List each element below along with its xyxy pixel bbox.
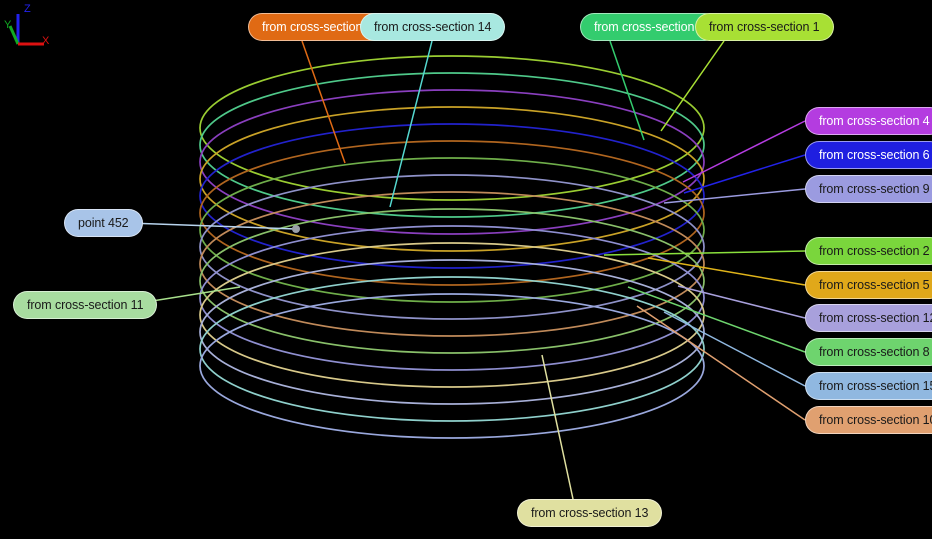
callout-label-cs6[interactable]: from cross-section 6	[805, 141, 932, 169]
callout-label-cs8[interactable]: from cross-section 8	[805, 338, 932, 366]
callout-label-cs2[interactable]: from cross-section 2	[805, 237, 932, 265]
callout-label-cs5[interactable]: from cross-section 5	[805, 271, 932, 299]
scene-background	[0, 0, 932, 539]
callout-label-cs12[interactable]: from cross-section 12	[805, 304, 932, 332]
callout-label-cs11[interactable]: from cross-section 11	[13, 291, 158, 319]
viewport-3d[interactable]: ZYX from cross-section 7 from cross-secti…	[0, 0, 932, 539]
callout-label-cs14[interactable]: from cross-section 14	[360, 13, 506, 41]
callout-label-cs13[interactable]: from cross-section 13	[517, 499, 663, 527]
scene-canvas[interactable]: ZY X	[0, 0, 932, 539]
callout-label-cs9[interactable]: from cross-section 9	[805, 175, 932, 203]
callout-label-cs10[interactable]: from cross-section 10	[805, 406, 932, 434]
point-452-marker[interactable]	[292, 225, 300, 233]
callout-label-cs15[interactable]: from cross-section 15	[805, 372, 932, 400]
axis-label-x: X	[42, 35, 50, 47]
callout-label-cs1[interactable]: from cross-section 1	[695, 13, 834, 41]
callout-label-point452[interactable]: point 452	[64, 209, 143, 237]
axis-label-y: Y	[4, 19, 12, 31]
callout-label-cs4[interactable]: from cross-section 4	[805, 107, 932, 135]
axis-label-z: Z	[24, 3, 31, 15]
